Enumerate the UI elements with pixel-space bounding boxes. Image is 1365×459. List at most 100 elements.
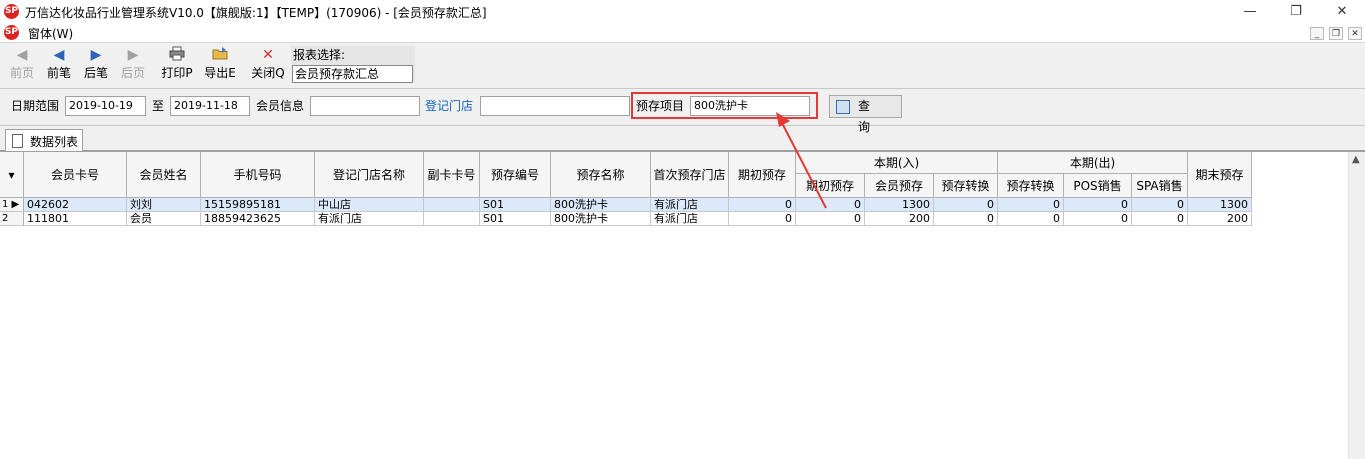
col-header-prestore-name[interactable]: 预存名称 [551,152,651,198]
export-label: 导出E [204,66,236,80]
cell-closing[interactable]: 1300 [1188,198,1252,212]
cell-first-store[interactable]: 有派门店 [651,212,729,226]
menu-window[interactable]: 窗体(W) [28,25,73,42]
close-form-label: 关闭Q [251,66,285,80]
next-arrow-icon: ▶ [90,47,102,63]
prev-record-button[interactable]: ◀ 前笔 [40,46,78,86]
member-info-label: 会员信息 [256,99,305,113]
report-select-dropdown[interactable]: 会员预存款汇总 [292,65,413,83]
cell-store[interactable]: 有派门店 [315,212,424,226]
close-window-button[interactable]: ✕ [1319,0,1365,23]
export-folder-icon [201,46,239,64]
col-header-name[interactable]: 会员姓名 [127,152,201,198]
cell-store[interactable]: 中山店 [315,198,424,212]
col-group-out: 本期(出) [998,152,1188,174]
last-page-button[interactable]: ▶ 后页 [114,46,152,86]
cell-in-member[interactable]: 1300 [865,198,934,212]
last-page-icon: ▶ [127,47,139,63]
printer-icon [158,46,196,64]
mdi-minimize-button[interactable]: _ [1310,27,1324,40]
cell-prestore-name[interactable]: 800洗护卡 [551,198,651,212]
cell-card-no[interactable]: 042602 [24,198,127,212]
col-header-closing[interactable]: 期末预存 [1188,152,1252,198]
cell-name[interactable]: 会员 [127,212,201,226]
minimize-button[interactable]: — [1227,0,1273,23]
menu-bar [0,23,1365,43]
cell-prestore-name[interactable]: 800洗护卡 [551,212,651,226]
date-to-input[interactable]: 2019-11-18 [170,96,250,116]
grid-corner-dropdown[interactable]: ▾ [0,152,24,198]
member-info-input[interactable] [310,96,420,116]
tab-strip [0,129,1365,151]
first-page-button[interactable]: ◀ 前页 [3,46,41,86]
cell-in-transfer[interactable]: 0 [934,198,998,212]
print-button[interactable]: 打印P [158,46,196,86]
register-store-link[interactable]: 登记门店 [425,97,473,114]
row-indicator[interactable]: 1 ▶ [0,198,24,212]
tab-data-list[interactable]: 数据列表 [5,129,83,151]
col-header-sub-card[interactable]: 副卡卡号 [424,152,480,198]
cell-card-no[interactable]: 111801 [24,212,127,226]
cell-out-transfer[interactable]: 0 [998,198,1064,212]
cell-first-store[interactable]: 有派门店 [651,198,729,212]
cell-in-transfer[interactable]: 0 [934,212,998,226]
cell-out-pos[interactable]: 0 [1064,212,1132,226]
col-header-out-pos[interactable]: POS销售 [1064,174,1132,198]
cell-opening[interactable]: 0 [729,198,796,212]
vertical-scrollbar[interactable]: ▲ [1348,152,1365,459]
cell-opening[interactable]: 0 [729,212,796,226]
highlight-annotation-box [631,92,818,119]
scroll-up-icon[interactable]: ▲ [1352,154,1360,165]
col-header-out-transfer[interactable]: 预存转换 [998,174,1064,198]
document-icon [12,134,23,148]
col-header-store[interactable]: 登记门店名称 [315,152,424,198]
cell-sub-card[interactable] [424,198,480,212]
query-icon [836,100,850,114]
tab-data-list-label: 数据列表 [30,135,79,149]
mdi-close-button[interactable]: ✕ [1348,27,1362,40]
report-select-label: 报表选择: [293,48,346,62]
col-header-card-no[interactable]: 会员卡号 [24,152,127,198]
next-record-button[interactable]: ▶ 后笔 [77,46,115,86]
cell-name[interactable]: 刘刘 [127,198,201,212]
last-page-label: 后页 [120,66,145,80]
col-header-in-transfer[interactable]: 预存转换 [934,174,998,198]
cell-prestore-no[interactable]: S01 [480,212,551,226]
col-header-in-member[interactable]: 会员预存 [865,174,934,198]
cell-out-spa[interactable]: 0 [1132,212,1188,226]
col-header-out-spa[interactable]: SPA销售 [1132,174,1188,198]
export-button[interactable]: 导出E [201,46,239,86]
register-store-input[interactable] [480,96,630,116]
date-from-input[interactable]: 2019-10-19 [65,96,146,116]
col-header-phone[interactable]: 手机号码 [201,152,315,198]
first-page-icon: ◀ [16,47,28,63]
cell-out-pos[interactable]: 0 [1064,198,1132,212]
row-indicator[interactable]: 2 [0,212,24,226]
cell-out-transfer[interactable]: 0 [998,212,1064,226]
cell-closing[interactable]: 200 [1188,212,1252,226]
cell-out-spa[interactable]: 0 [1132,198,1188,212]
col-header-opening[interactable]: 期初预存 [729,152,796,198]
cell-in-opening[interactable]: 0 [796,212,865,226]
next-record-label: 后笔 [83,66,108,80]
cell-prestore-no[interactable]: S01 [480,198,551,212]
app-logo-icon: SP [4,4,19,19]
restore-button[interactable]: ❐ [1273,0,1319,23]
window-title: 万信达化妆品行业管理系统V10.0【旗舰版:1】【TEMP】(170906) -… [25,6,487,20]
col-header-prestore-no[interactable]: 预存编号 [480,152,551,198]
cell-phone[interactable]: 18859423625 [201,212,315,226]
cell-in-member[interactable]: 200 [865,212,934,226]
mdi-restore-button[interactable]: ❐ [1329,27,1343,40]
date-to-label: 至 [152,99,165,113]
cell-sub-card[interactable] [424,212,480,226]
col-header-in-opening[interactable]: 期初预存 [796,174,865,198]
prev-record-label: 前笔 [46,66,71,80]
col-header-first-store[interactable]: 首次预存门店 [651,152,729,198]
cell-in-opening[interactable]: 0 [796,198,865,212]
cell-phone[interactable]: 15159895181 [201,198,315,212]
query-button[interactable]: 查 询 [829,95,902,134]
date-range-label: 日期范围 [11,99,60,113]
first-page-label: 前页 [9,66,34,80]
close-form-button[interactable]: ✕ 关闭Q [249,46,287,86]
prev-arrow-icon: ◀ [53,47,65,63]
